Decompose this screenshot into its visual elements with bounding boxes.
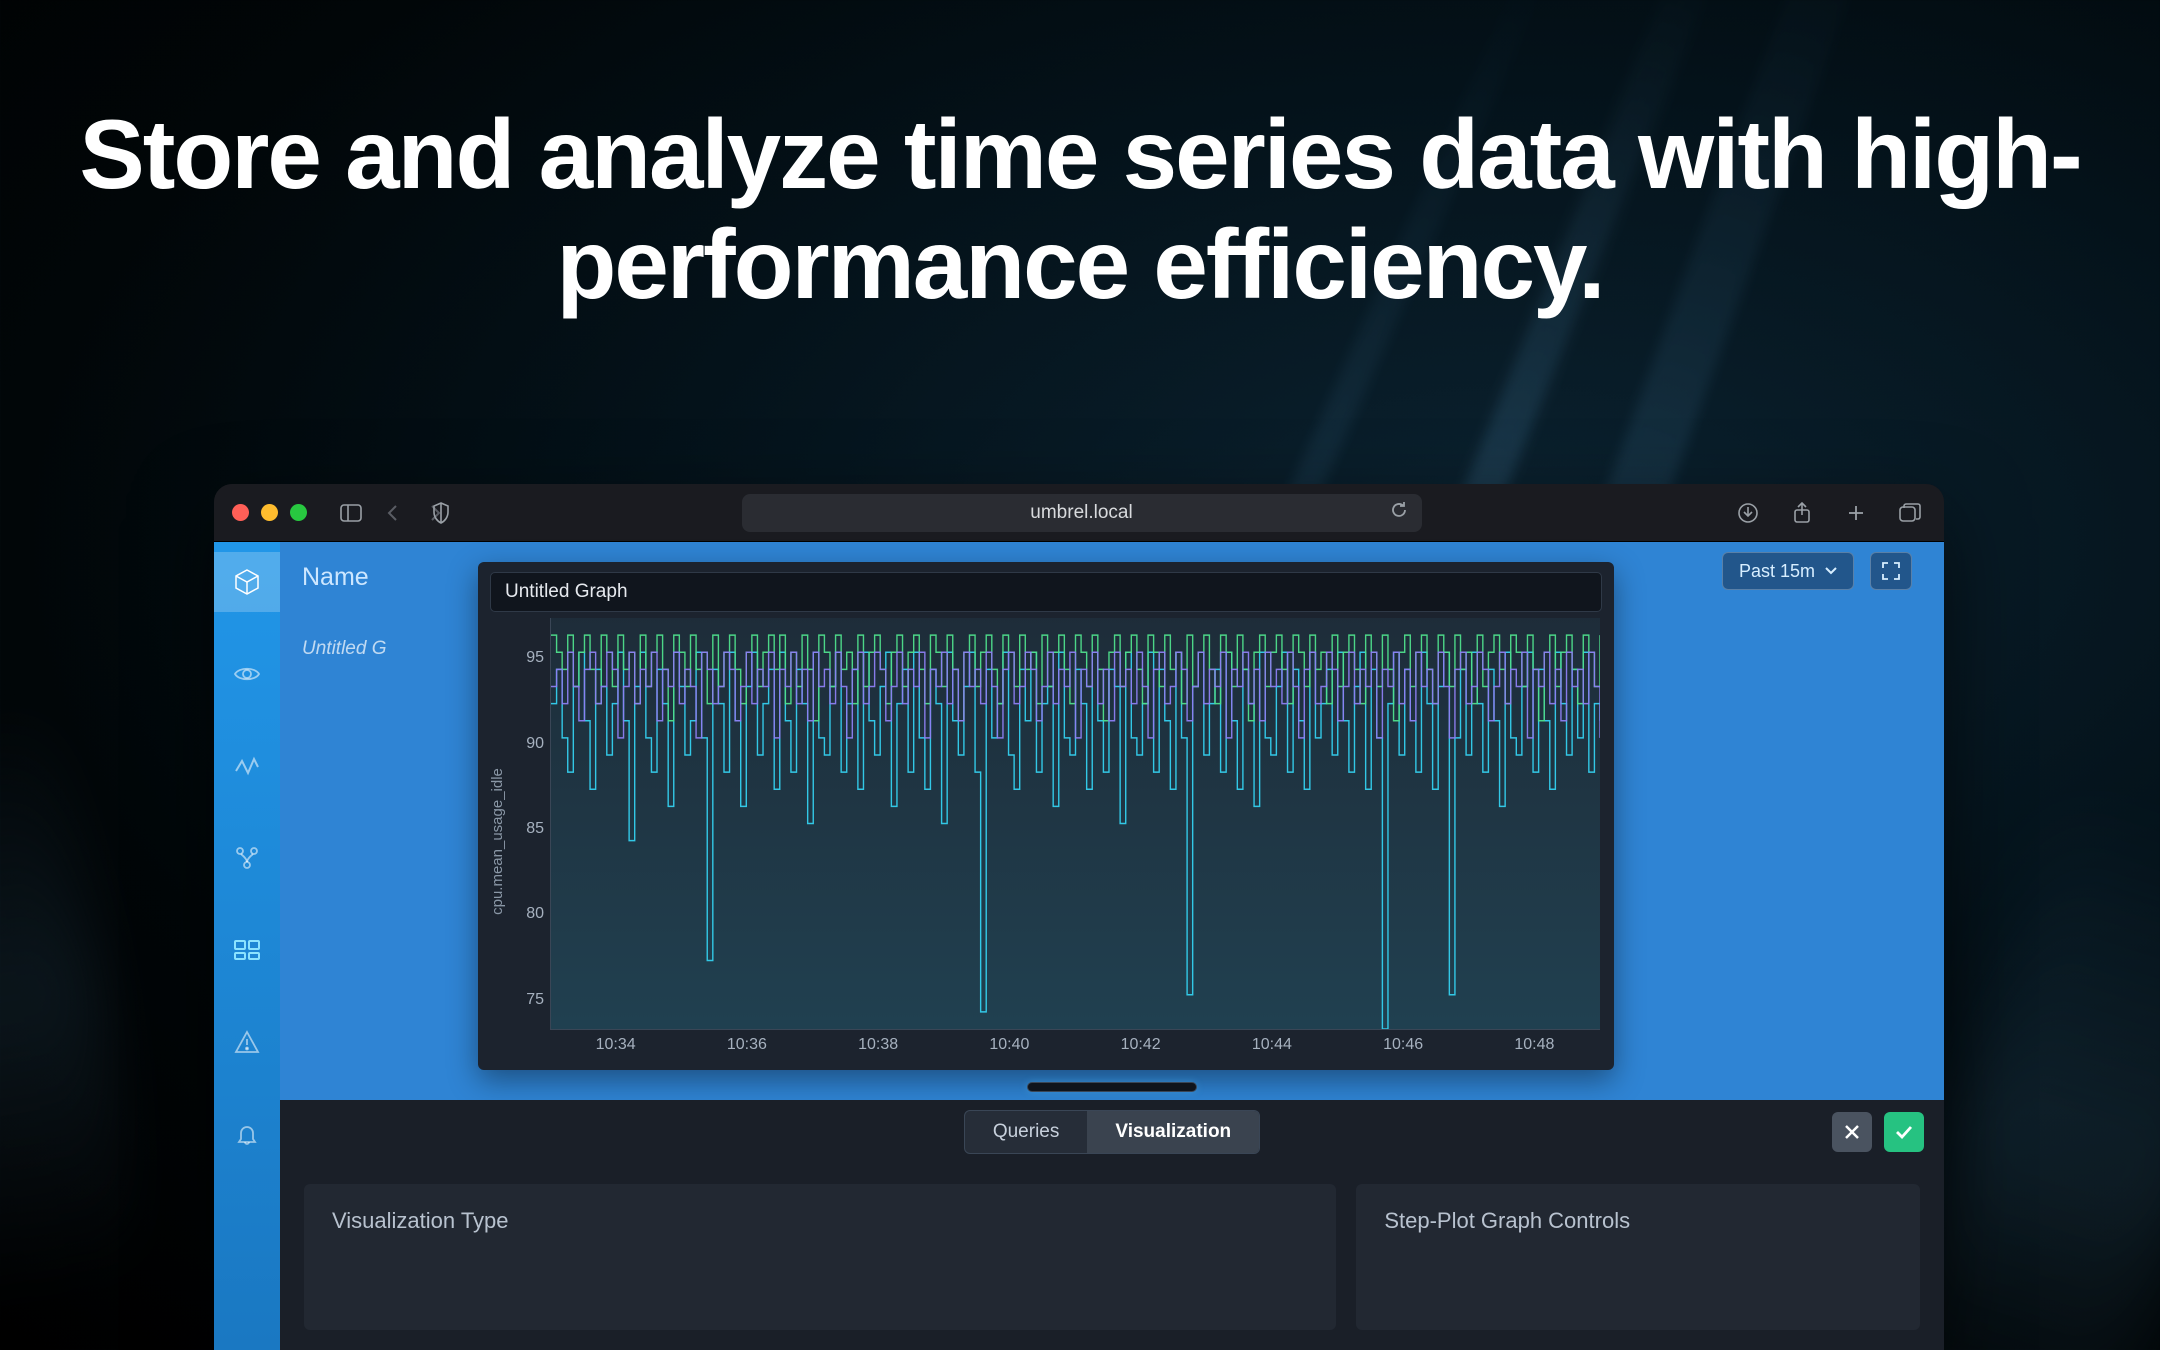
alert-icon xyxy=(234,1030,260,1054)
chevron-down-icon xyxy=(1825,567,1837,575)
tab-overview-button[interactable] xyxy=(1894,497,1926,529)
x-tick: 10:44 xyxy=(1252,1036,1292,1054)
fullscreen-button[interactable] xyxy=(1870,552,1912,590)
x-tick: 10:36 xyxy=(727,1036,767,1054)
sidebar-item-explore[interactable] xyxy=(214,644,280,704)
expand-icon xyxy=(1881,561,1901,581)
share-button[interactable] xyxy=(1786,497,1818,529)
chart-title-input[interactable] xyxy=(490,572,1602,612)
chart-plot-area[interactable] xyxy=(550,618,1600,1030)
sidebar-toggle-button[interactable] xyxy=(335,497,367,529)
bell-icon xyxy=(234,1121,260,1147)
minimize-window-button[interactable] xyxy=(261,504,278,521)
eye-icon xyxy=(233,664,261,684)
name-label: Name xyxy=(302,563,369,592)
reload-button[interactable] xyxy=(1390,501,1408,525)
x-tick: 10:38 xyxy=(858,1036,898,1054)
x-tick: 10:34 xyxy=(596,1036,636,1054)
panel-resize-handle[interactable] xyxy=(1027,1082,1197,1092)
check-icon xyxy=(1895,1125,1913,1139)
address-bar[interactable]: umbrel.local xyxy=(742,494,1422,532)
time-range-label: Past 15m xyxy=(1739,561,1815,582)
branch-icon xyxy=(234,845,260,871)
sidebar-item-home[interactable] xyxy=(214,552,280,612)
titlebar: umbrel.local xyxy=(214,484,1944,542)
panel-graph-controls: Step-Plot Graph Controls xyxy=(1356,1184,1920,1330)
sidebar-item-graph[interactable] xyxy=(214,828,280,888)
y-tick: 80 xyxy=(526,905,544,923)
y-axis: 75 80 85 90 95 xyxy=(510,618,550,1064)
config-panels: Visualization Type Step-Plot Graph Contr… xyxy=(280,1164,1944,1350)
cell-label-truncated: Untitled G xyxy=(302,638,386,660)
dashboard-icon xyxy=(233,939,261,961)
y-tick: 95 xyxy=(526,649,544,667)
panel-visualization-type: Visualization Type xyxy=(304,1184,1336,1330)
window-controls xyxy=(232,504,307,521)
sidebar-item-dashboards[interactable] xyxy=(214,920,280,980)
new-tab-button[interactable] xyxy=(1840,497,1872,529)
close-icon xyxy=(1844,1124,1860,1140)
editor-tabs: Queries Visualization xyxy=(964,1110,1260,1154)
back-button[interactable] xyxy=(377,497,409,529)
x-tick: 10:42 xyxy=(1121,1036,1161,1054)
time-range-selector[interactable]: Past 15m xyxy=(1722,552,1854,590)
panel-title: Step-Plot Graph Controls xyxy=(1384,1208,1892,1234)
address-text: umbrel.local xyxy=(1030,502,1132,524)
x-tick: 10:46 xyxy=(1383,1036,1423,1054)
editor-tabs-bar: Queries Visualization xyxy=(280,1100,1944,1164)
tab-visualization[interactable]: Visualization xyxy=(1087,1111,1259,1153)
sidebar-item-alerts[interactable] xyxy=(214,1012,280,1072)
app-root: Name Past 15m Untitled G cpu.mean_usage_… xyxy=(214,542,1944,1350)
confirm-button[interactable] xyxy=(1884,1112,1924,1152)
maximize-window-button[interactable] xyxy=(290,504,307,521)
tab-queries[interactable]: Queries xyxy=(965,1111,1088,1153)
main-content: Name Past 15m Untitled G cpu.mean_usage_… xyxy=(280,542,1944,1350)
sidebar xyxy=(214,542,280,1350)
browser-window: umbrel.local xyxy=(214,484,1944,1350)
y-axis-label: cpu.mean_usage_idle xyxy=(484,618,510,1064)
panel-title: Visualization Type xyxy=(332,1208,1308,1234)
pulse-icon xyxy=(234,753,260,779)
cube-icon xyxy=(232,567,262,597)
x-axis: 10:34 10:36 10:38 10:40 10:42 10:44 10:46 10:48 xyxy=(550,1030,1600,1064)
x-tick: 10:48 xyxy=(1514,1036,1554,1054)
close-window-button[interactable] xyxy=(232,504,249,521)
y-tick: 90 xyxy=(526,735,544,753)
marketing-headline: Store and analyze time series data with … xyxy=(0,100,2160,320)
cancel-button[interactable] xyxy=(1832,1112,1872,1152)
chart-body: cpu.mean_usage_idle 7580859095 10:3410:3… xyxy=(478,612,1614,1070)
x-tick: 10:40 xyxy=(989,1036,1029,1054)
chart-panel: cpu.mean_usage_idle 7580859095 10:3410:3… xyxy=(478,562,1614,1070)
downloads-button[interactable] xyxy=(1732,497,1764,529)
privacy-shield-icon[interactable] xyxy=(425,497,457,529)
y-tick: 75 xyxy=(526,991,544,1009)
y-tick: 85 xyxy=(526,820,544,838)
sidebar-item-data[interactable] xyxy=(214,736,280,796)
sidebar-item-settings[interactable] xyxy=(214,1104,280,1164)
